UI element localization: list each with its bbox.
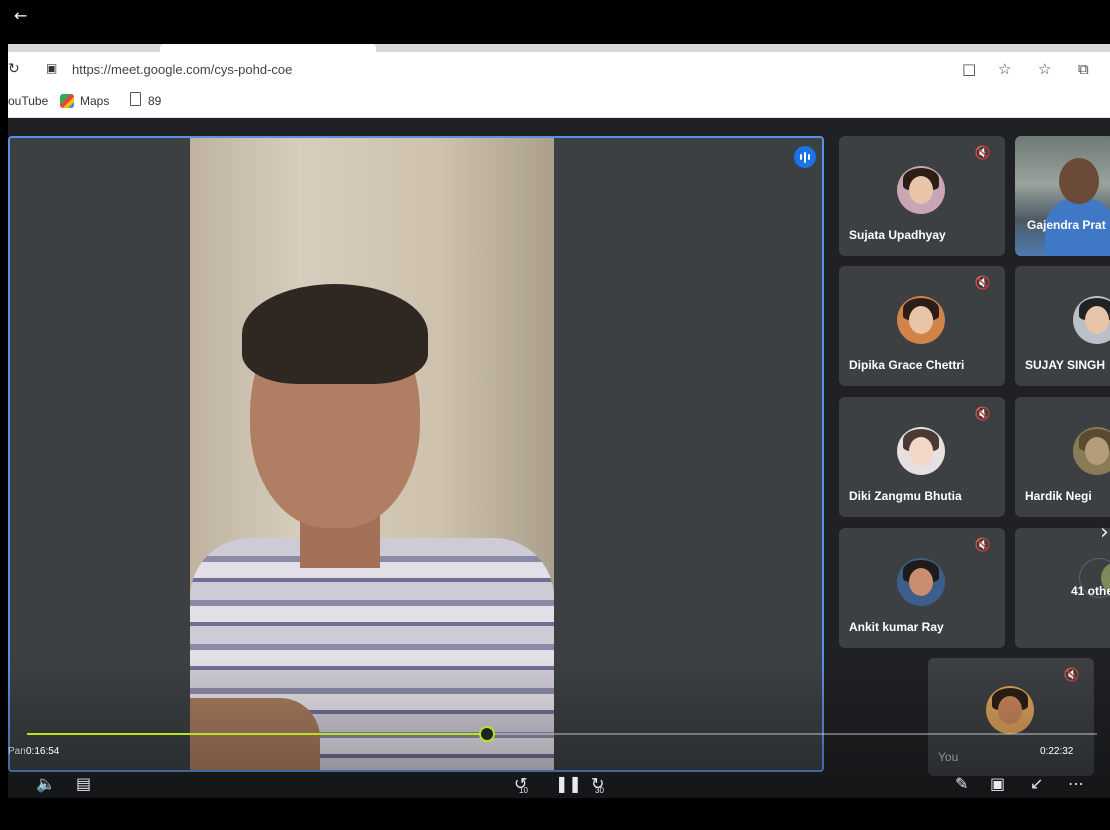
player-bottom-bar [0, 798, 1110, 830]
picture-in-picture-icon[interactable]: ▣ [990, 774, 1005, 793]
minimize-icon[interactable]: ↙ [1030, 774, 1043, 793]
meet-stage: 🔇 Sujata Upadhyay 🔇 Dipika Grace Chettri… [8, 118, 1110, 798]
participant-name: Diki Zangmu Bhutia [849, 489, 962, 503]
maps-icon [60, 94, 74, 108]
bookmark-89[interactable]: 89 [148, 94, 161, 108]
others-tile[interactable]: 41 othe [1015, 528, 1110, 648]
main-speaker-tile[interactable] [8, 136, 824, 772]
seek-bar-progress [27, 733, 488, 735]
participant-name: Sujata Upadhyay [849, 228, 946, 242]
participant-tile[interactable]: 🔇 Diki Zangmu Bhutia [839, 397, 1005, 517]
avatar [897, 296, 945, 344]
self-name: You [938, 750, 959, 764]
bookmarks-bar: ouTube Maps 89 [8, 86, 1110, 118]
url-field[interactable]: https://meet.google.com/cys-pohd-coe [72, 62, 292, 77]
read-aloud-icon[interactable]: □ [962, 60, 976, 78]
others-count: 41 othe [1071, 584, 1110, 598]
participant-tile[interactable]: 🔇 Sujata Upadhyay [839, 136, 1005, 256]
rewind-seconds: 10 [519, 786, 528, 795]
participant-name: SUJAY SINGH [1025, 358, 1106, 372]
self-avatar [986, 686, 1034, 734]
avatar [897, 166, 945, 214]
favorite-icon[interactable]: ☆ [998, 60, 1011, 78]
speaker-hair [242, 284, 428, 384]
screen: ← ↻ ▣ https://meet.google.com/cys-pohd-c… [0, 0, 1110, 830]
bookmark-youtube[interactable]: ouTube [8, 94, 48, 108]
address-bar: ↻ ▣ https://meet.google.com/cys-pohd-coe… [8, 52, 1110, 86]
collections-icon[interactable]: ⧉ [1078, 60, 1089, 78]
participant-tile[interactable]: SUJAY SINGH [1015, 266, 1110, 386]
participant-tile[interactable]: Hardik Negi [1015, 397, 1110, 517]
pen-icon[interactable]: ✎ [955, 774, 968, 793]
speaker-video [190, 138, 554, 770]
captions-icon[interactable]: ▤ [76, 774, 91, 793]
speaker-arm [190, 698, 320, 770]
volume-icon[interactable]: 🔈 [36, 774, 56, 793]
total-time: 0:22:32 [1040, 746, 1074, 757]
forward-seconds: 30 [595, 786, 604, 795]
player-top-bar: ← [0, 0, 1110, 46]
chevron-right-icon[interactable]: › [1100, 520, 1109, 545]
mic-off-icon: 🔇 [1063, 668, 1080, 683]
current-time: 0:16:54 [26, 746, 60, 757]
participant-head [1059, 158, 1099, 204]
more-options-icon[interactable]: ⋯ [1068, 774, 1084, 793]
participant-name: Ankit kumar Ray [849, 620, 944, 634]
lock-icon[interactable]: ▣ [46, 61, 57, 75]
speaker-name-partial: Pan [8, 746, 26, 757]
pause-icon[interactable]: ❚❚ [555, 774, 582, 793]
bookmark-maps[interactable]: Maps [80, 94, 109, 108]
participant-tile-camera[interactable]: Gajendra Prat [1015, 136, 1110, 256]
mic-off-icon: 🔇 [974, 407, 991, 422]
avatar [897, 427, 945, 475]
avatar [897, 558, 945, 606]
speaking-icon [794, 146, 816, 168]
back-arrow-icon[interactable]: ← [14, 6, 27, 25]
browser-tab-active[interactable] [160, 44, 376, 52]
reload-icon[interactable]: ↻ [8, 61, 20, 77]
participant-name: Dipika Grace Chettri [849, 358, 965, 372]
participant-tile[interactable]: 🔇 Ankit kumar Ray [839, 528, 1005, 648]
seek-bar-thumb[interactable] [479, 726, 496, 742]
favorites-bar-icon[interactable]: ☆ [1038, 60, 1051, 78]
participant-name: Gajendra Prat [1027, 218, 1106, 232]
mic-off-icon: 🔇 [974, 538, 991, 553]
mic-off-icon: 🔇 [974, 146, 991, 161]
avatar [1073, 296, 1110, 344]
page-icon [130, 92, 141, 106]
mic-off-icon: 🔇 [974, 276, 991, 291]
seek-bar[interactable] [27, 726, 1097, 742]
avatar [1073, 427, 1110, 475]
participant-name: Hardik Negi [1025, 489, 1092, 503]
self-tile[interactable]: 🔇 You [928, 658, 1094, 776]
participant-tile[interactable]: 🔇 Dipika Grace Chettri [839, 266, 1005, 386]
